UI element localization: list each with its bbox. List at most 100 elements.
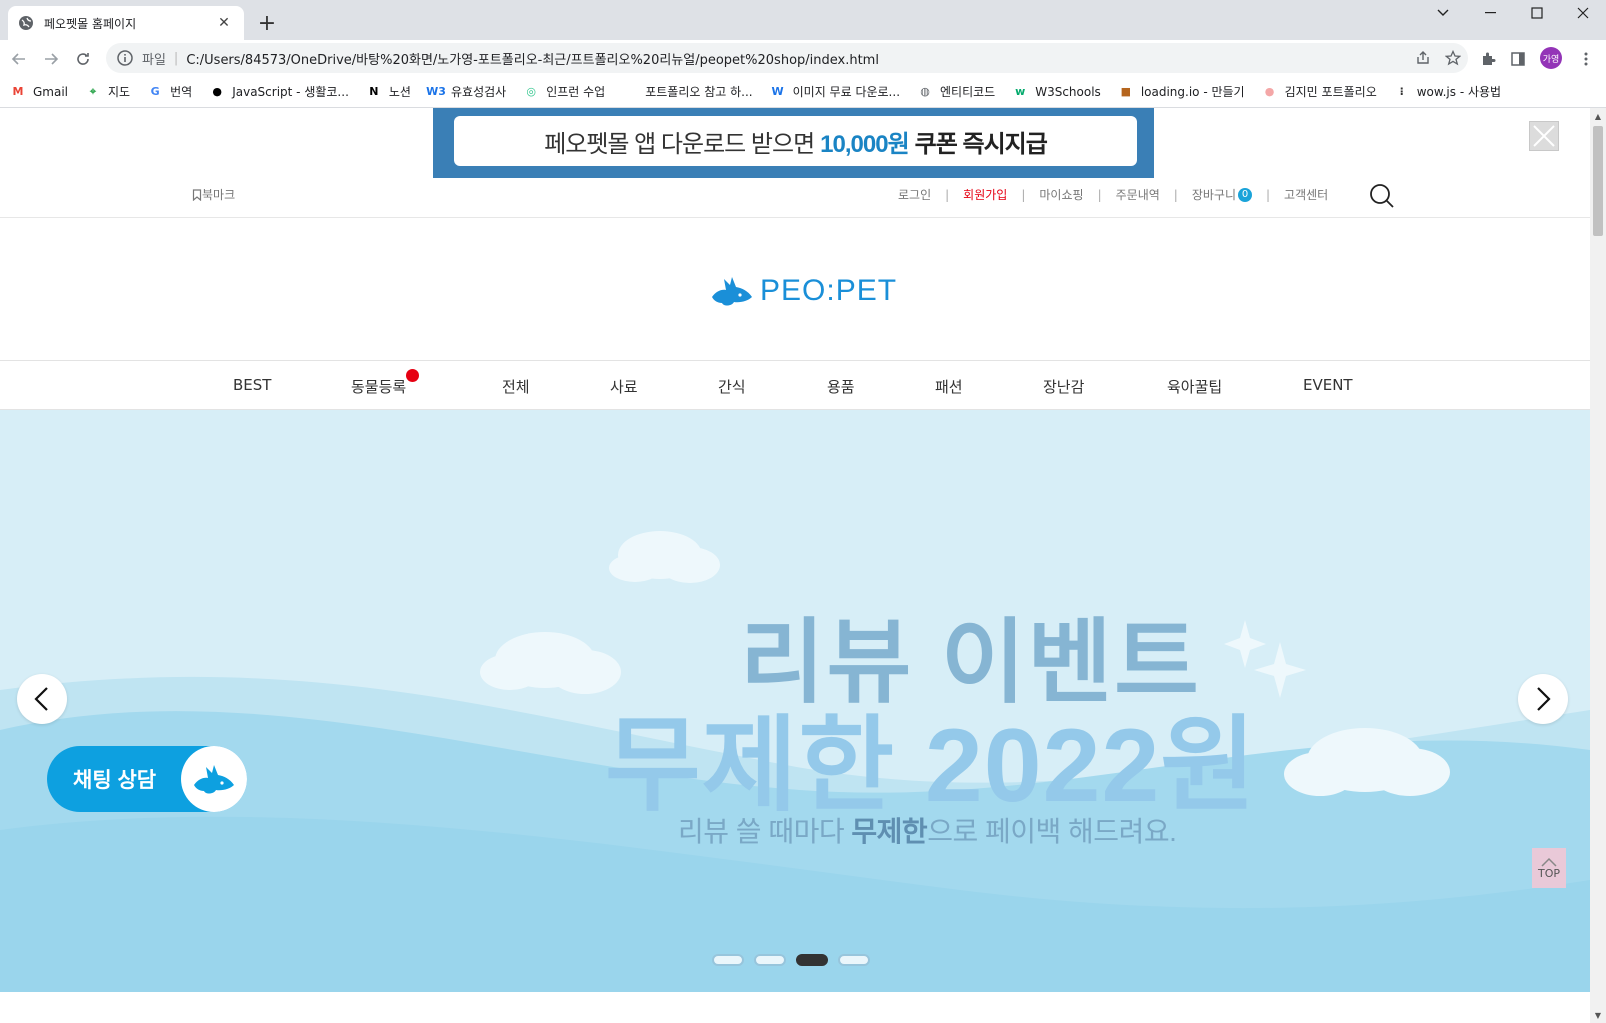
orders-link[interactable]: 주문내역 [1116, 186, 1160, 203]
hero-slider[interactable]: 리뷰 이벤트 무제한 2022원 리뷰 쓸 때마다 무제한으로 페이백 해드려요… [0, 410, 1590, 992]
promo-close-button[interactable] [1529, 121, 1559, 151]
search-icon[interactable] [1368, 182, 1396, 210]
promo-banner-text[interactable]: 페오펫몰 앱 다운로드 받으면 10,000원 쿠폰 즉시지급 [454, 116, 1137, 166]
star-icon[interactable] [1438, 43, 1468, 73]
bookmark-item[interactable]: N 노션 [366, 83, 411, 100]
site-logo[interactable]: PEO:PET [710, 273, 897, 309]
nav-item-toys[interactable]: 장난감 [1043, 376, 1084, 397]
bookmark-label: 노션 [388, 85, 411, 99]
bookmark-item[interactable]: G 번역 [147, 83, 193, 100]
cart-link[interactable]: 장바구니 0 [1192, 186, 1252, 203]
bookmark-item[interactable]: w W3Schools [1012, 84, 1101, 100]
bookmark-label: 인프런 수업 [546, 85, 606, 99]
new-dot-badge [406, 369, 419, 382]
bookmark-item[interactable]: ⁝ wow.js - 사용법 [1394, 83, 1501, 100]
w3-icon: W3 [426, 85, 446, 98]
maps-icon: ⌖ [89, 84, 97, 98]
login-link[interactable]: 로그인 [898, 186, 931, 203]
cart-count-badge: 0 [1238, 187, 1252, 202]
nav-item-supplies[interactable]: 용품 [827, 376, 855, 397]
tab-close-icon[interactable]: ✕ [214, 13, 234, 33]
bookmark-item[interactable]: W 이미지 무료 다운로... [770, 83, 900, 100]
bookmark-item[interactable]: ◎ 인프런 수업 [523, 83, 605, 100]
maximize-button[interactable] [1514, 0, 1560, 26]
bookmark-label: 포트폴리오 참고 하... [645, 85, 753, 99]
slide-dot-1[interactable] [712, 954, 744, 966]
nav-item-tips[interactable]: 육아꿀팁 [1167, 376, 1222, 397]
slide-dot-4[interactable] [838, 954, 870, 966]
browser-tab[interactable]: 페오펫몰 홈페이지 ✕ [8, 6, 244, 40]
bookmark-item[interactable]: 포트폴리오 참고 하... [622, 83, 752, 100]
main-nav: BEST 동물등록 전체 사료 간식 용품 패션 장난감 육아꿀팁 EVENT [0, 360, 1590, 410]
bookmark-item[interactable]: ● JavaScript - 생활코... [209, 83, 349, 100]
minimize-button[interactable] [1468, 0, 1514, 26]
bookmark-label: loading.io - 만들기 [1140, 85, 1245, 99]
address-bar[interactable]: 파일 | C:/Users/84573/OneDrive/바탕%20화면/노가영… [106, 43, 1468, 73]
url-text[interactable]: C:/Users/84573/OneDrive/바탕%20화면/노가영-포트폴리… [186, 49, 1408, 68]
close-window-button[interactable] [1560, 0, 1606, 26]
translate-icon: G [150, 85, 160, 98]
next-section-edge [0, 992, 1590, 1023]
promo-text-after: 쿠폰 즉시지급 [914, 130, 1048, 158]
bookmark-item[interactable]: ⌖ 지도 [85, 83, 130, 100]
nav-item-all[interactable]: 전체 [502, 376, 530, 397]
myshop-link[interactable]: 마이쇼핑 [1039, 186, 1083, 203]
browser-titlebar: 페오펫몰 홈페이지 ✕ + [0, 0, 1606, 40]
slider-prev-button[interactable] [17, 674, 67, 724]
nav-item-food[interactable]: 사료 [610, 376, 638, 397]
bookmark-item[interactable]: ◍ 엔티티코드 [917, 83, 995, 100]
logo-area: PEO:PET [0, 219, 1590, 365]
dots-icon: ⁝ [1399, 85, 1404, 98]
tab-search-button[interactable] [1420, 0, 1466, 26]
slide-dot-2[interactable] [754, 954, 786, 966]
forward-button[interactable] [38, 46, 64, 72]
bookmark-item[interactable]: ● 김지민 포트폴리오 [1262, 83, 1377, 100]
join-link[interactable]: 회원가입 [963, 186, 1007, 203]
slide-dot-3[interactable] [796, 954, 828, 966]
bookmark-label: 엔티티코드 [940, 85, 996, 99]
nav-item-fashion[interactable]: 패션 [935, 376, 963, 397]
tab-title: 페오펫몰 홈페이지 [44, 16, 137, 31]
chat-consult-button[interactable]: 채팅 상담 [47, 746, 247, 812]
page-viewport: 페오펫몰 앱 다운로드 받으면 10,000원 쿠폰 즉시지급 북마크 로그인 … [0, 108, 1590, 1023]
scroll-down-arrow-icon[interactable]: ▼ [1590, 1007, 1606, 1023]
nav-item-snack[interactable]: 간식 [718, 376, 746, 397]
back-button[interactable] [6, 46, 32, 72]
util-divider: | [1097, 187, 1102, 202]
share-icon[interactable] [1408, 43, 1438, 73]
gmail-icon: M [12, 85, 24, 98]
globe-icon: ◍ [920, 85, 930, 98]
reload-button[interactable] [70, 46, 96, 72]
more-menu-icon[interactable] [1572, 45, 1600, 73]
bookmark-item[interactable]: W3 유효성검사 [426, 83, 506, 100]
profile-avatar[interactable]: 가영 [1540, 47, 1562, 69]
blank-icon [622, 84, 638, 100]
cs-link[interactable]: 고객센터 [1284, 186, 1328, 203]
slider-next-button[interactable] [1518, 674, 1568, 724]
bookmark-label: Gmail [33, 84, 69, 99]
hero-subtitle: 리뷰 쓸 때마다 무제한으로 페이백 해드려요. [678, 810, 1177, 850]
bookmark-item[interactable]: M Gmail [10, 84, 69, 100]
promo-banner[interactable]: 페오펫몰 앱 다운로드 받으면 10,000원 쿠폰 즉시지급 [433, 108, 1154, 178]
bookmark-link[interactable]: 북마크 [192, 186, 235, 203]
scheme-divider: | [173, 50, 179, 66]
top-label: TOP [1537, 866, 1560, 880]
nav-item-event[interactable]: EVENT [1303, 376, 1353, 394]
side-panel-icon[interactable] [1504, 45, 1532, 73]
nav-item-best[interactable]: BEST [233, 376, 271, 394]
util-divider: | [1266, 187, 1271, 202]
info-icon[interactable] [116, 49, 134, 67]
loading-icon: ■ [1120, 85, 1132, 98]
page-scrollbar[interactable]: ▲ ▼ [1590, 108, 1606, 1023]
nav-item-registration[interactable]: 동물등록 [351, 376, 406, 397]
extensions-icon[interactable] [1474, 45, 1502, 73]
util-divider: | [945, 187, 950, 202]
bookmark-item[interactable]: ■ loading.io - 만들기 [1118, 83, 1245, 100]
chevron-right-icon [1537, 687, 1551, 711]
chat-label: 채팅 상담 [73, 769, 157, 792]
dog-hand-logo-icon [712, 277, 752, 306]
scroll-up-arrow-icon[interactable]: ▲ [1590, 108, 1606, 124]
scrollbar-thumb[interactable] [1593, 126, 1603, 236]
new-tab-button[interactable]: + [254, 10, 280, 36]
scroll-top-button[interactable]: TOP [1532, 848, 1566, 888]
